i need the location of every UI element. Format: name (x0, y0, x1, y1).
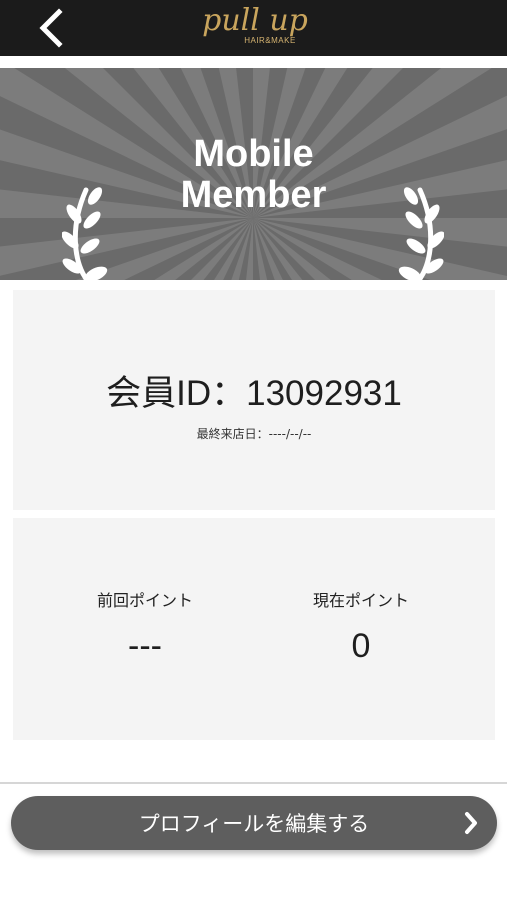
member-info-card: 会員ID：13092931 最終来店日：----/--/-- (13, 290, 495, 510)
last-visit-date: 最終来店日：----/--/-- (196, 427, 312, 441)
previous-points-value: --- (128, 627, 162, 665)
edit-profile-label: プロフィールを編集する (138, 812, 370, 836)
edit-profile-button[interactable]: プロフィールを編集する (11, 796, 497, 850)
logo-sub-text: HAIR&MAKE (244, 36, 296, 45)
previous-points: 前回ポイント --- (25, 590, 265, 666)
banner-title: Mobile Member (0, 134, 507, 216)
previous-points-label: 前回ポイント (96, 591, 193, 610)
chevron-left-icon (39, 8, 63, 48)
member-id: 会員ID：13092931 (106, 374, 402, 413)
mobile-member-banner: Mobile Member (0, 68, 507, 280)
logo-main-text: pull up (202, 3, 308, 38)
current-points-value: 0 (351, 627, 371, 665)
brand-logo: pull up HAIR&MAKE (180, 4, 330, 52)
banner-title-line1: Mobile (193, 133, 314, 175)
back-button[interactable] (28, 5, 76, 51)
app-header: pull up HAIR&MAKE (0, 0, 507, 56)
divider (0, 782, 507, 784)
points-card: 前回ポイント --- 現在ポイント 0 (13, 518, 495, 740)
banner-title-line2: Member (180, 174, 327, 216)
current-points: 現在ポイント 0 (241, 590, 481, 666)
current-points-label: 現在ポイント (312, 591, 409, 610)
chevron-right-icon (465, 812, 477, 834)
